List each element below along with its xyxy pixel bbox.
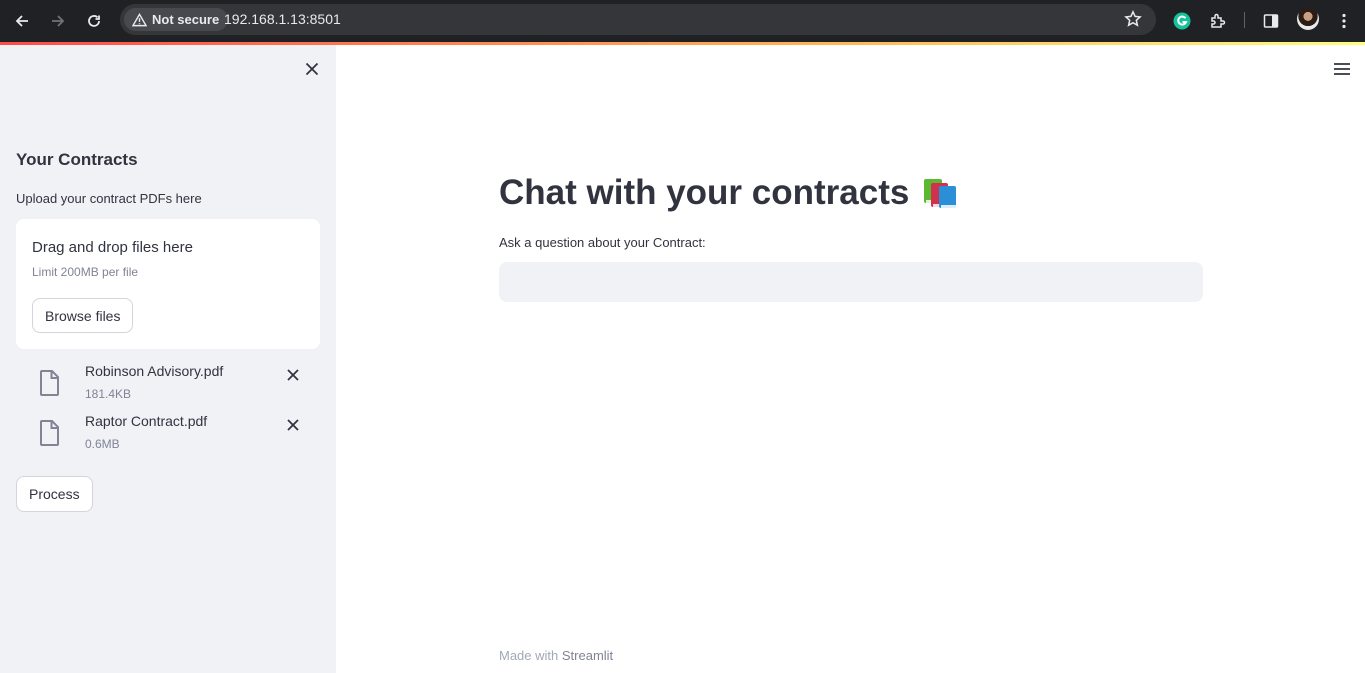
uploaded-file-item: Raptor Contract.pdf 0.6MB bbox=[36, 411, 306, 455]
browser-menu-button[interactable] bbox=[1332, 9, 1356, 33]
uploaded-file-item: Robinson Advisory.pdf 181.4KB bbox=[36, 361, 306, 405]
close-icon bbox=[287, 369, 299, 381]
security-chip[interactable]: Not secure bbox=[124, 8, 229, 31]
close-icon bbox=[305, 62, 319, 76]
bookmark-star-button[interactable] bbox=[1124, 9, 1142, 33]
footer: Made with Streamlit bbox=[499, 648, 613, 663]
main-menu-button[interactable] bbox=[1331, 60, 1353, 78]
file-dropzone[interactable]: Drag and drop files here Limit 200MB per… bbox=[16, 219, 320, 349]
grammarly-icon bbox=[1173, 12, 1191, 30]
footer-prefix: Made with bbox=[499, 648, 559, 663]
browser-toolbar: Not secure 192.168.1.13:8501 bbox=[0, 0, 1365, 42]
reload-icon bbox=[88, 15, 100, 27]
sidebar-title: Your Contracts bbox=[16, 150, 138, 169]
dropzone-limit: Limit 200MB per file bbox=[32, 265, 139, 279]
file-icon bbox=[40, 370, 59, 396]
security-label: Not secure bbox=[152, 12, 220, 27]
page-title-text: Chat with your contracts bbox=[499, 173, 910, 212]
upload-label: Upload your contract PDFs here bbox=[16, 191, 202, 206]
process-button[interactable]: Process bbox=[16, 476, 93, 512]
browse-files-button[interactable]: Browse files bbox=[32, 298, 134, 333]
file-icon bbox=[40, 420, 59, 446]
books-icon bbox=[924, 179, 957, 208]
file-size: 0.6MB bbox=[85, 437, 120, 451]
hamburger-icon bbox=[1334, 63, 1350, 75]
url-text[interactable]: 192.168.1.13:8501 bbox=[224, 11, 341, 27]
reload-button[interactable] bbox=[81, 8, 107, 34]
profile-avatar[interactable] bbox=[1297, 8, 1319, 30]
remove-file-button[interactable] bbox=[283, 365, 303, 385]
toolbar-separator bbox=[1244, 12, 1245, 28]
side-panel-button[interactable] bbox=[1259, 9, 1283, 33]
file-name: Robinson Advisory.pdf bbox=[85, 363, 224, 379]
close-icon bbox=[287, 419, 299, 431]
question-input[interactable] bbox=[499, 262, 1203, 302]
forward-button[interactable] bbox=[45, 8, 71, 34]
question-label: Ask a question about your Contract: bbox=[499, 235, 706, 250]
star-icon bbox=[1124, 9, 1142, 27]
more-vertical-icon bbox=[1342, 13, 1346, 29]
back-button[interactable] bbox=[9, 8, 35, 34]
side-panel-icon bbox=[1263, 14, 1279, 28]
streamlit-link[interactable]: Streamlit bbox=[562, 648, 613, 663]
warning-icon bbox=[132, 12, 147, 26]
sidebar: Your Contracts Upload your contract PDFs… bbox=[0, 45, 336, 673]
close-sidebar-button[interactable] bbox=[300, 57, 324, 81]
remove-file-button[interactable] bbox=[283, 415, 303, 435]
dropzone-title: Drag and drop files here bbox=[32, 239, 193, 256]
extensions-button[interactable] bbox=[1206, 9, 1230, 33]
arrow-right-icon bbox=[52, 15, 65, 27]
arrow-left-icon bbox=[15, 15, 28, 27]
puzzle-icon bbox=[1211, 13, 1226, 28]
file-name: Raptor Contract.pdf bbox=[85, 413, 208, 429]
grammarly-extension-button[interactable] bbox=[1170, 9, 1194, 33]
address-bar[interactable]: Not secure 192.168.1.13:8501 bbox=[120, 4, 1156, 35]
file-size: 181.4KB bbox=[85, 387, 132, 401]
page-title: Chat with your contracts bbox=[499, 173, 959, 213]
